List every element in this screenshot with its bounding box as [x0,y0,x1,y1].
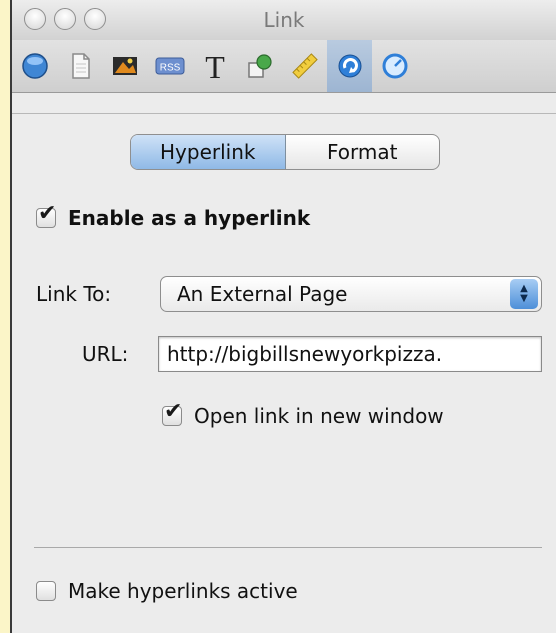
quicktime-inspector-button[interactable] [372,40,417,92]
graphic-inspector-icon [247,54,272,78]
url-field[interactable]: http://bigbillsnewyorkpizza. [158,336,542,372]
inspector-tabs: Hyperlink Format [130,134,440,170]
text-inspector-icon: T [205,50,225,82]
make-active-row: Make hyperlinks active [36,579,298,603]
page-inspector-button[interactable] [57,40,102,92]
window-title: Link [263,8,305,32]
link-inspector-button[interactable] [327,40,372,92]
url-label: URL: [82,342,129,366]
rss-inspector-button[interactable]: RSS [147,40,192,92]
site-inspector-icon [21,53,48,79]
metrics-inspector-icon [291,53,318,79]
title-bar: Link [12,0,556,40]
svg-text:RSS: RSS [159,63,180,74]
rss-inspector-icon: RSS [155,57,184,75]
new-window-row: Open link in new window [162,399,444,428]
page-inspector-icon [71,53,90,79]
metrics-inspector-button[interactable] [282,40,327,92]
text-inspector-button[interactable]: T [192,40,237,92]
quicktime-inspector-icon [382,53,407,79]
enable-hyperlink-label: Enable as a hyperlink [68,206,311,230]
make-active-checkbox[interactable] [36,581,56,601]
link-to-label: Link To: [36,282,112,306]
new-window-checkbox[interactable] [162,399,182,426]
updown-arrows-icon: ▲ ▼ [510,279,538,309]
svg-text:T: T [205,50,225,82]
enable-hyperlink-checkbox[interactable] [36,201,56,228]
section-divider [34,547,542,548]
inspector-toolbar: RSS T [12,40,556,93]
site-inspector-button[interactable] [12,40,57,92]
link-to-select[interactable]: An External Page ▲ ▼ [160,276,542,312]
make-active-label: Make hyperlinks active [68,579,298,603]
link-inspector-icon [338,54,361,78]
graphic-inspector-button[interactable] [237,40,282,92]
tab-format[interactable]: Format [286,135,440,169]
tab-strip-divider [12,113,556,114]
enable-hyperlink-row: Enable as a hyperlink [36,201,311,230]
url-row: URL: [82,342,128,366]
link-to-row: Link To: [36,282,111,306]
link-to-value: An External Page [177,282,348,306]
link-inspector-window: Link RSS T Hyperlink Format ✔ Enable as … [10,0,556,633]
tab-hyperlink[interactable]: Hyperlink [131,135,286,169]
photo-inspector-button[interactable] [102,40,147,92]
photo-inspector-icon [112,57,137,75]
new-window-label: Open link in new window [194,404,444,428]
